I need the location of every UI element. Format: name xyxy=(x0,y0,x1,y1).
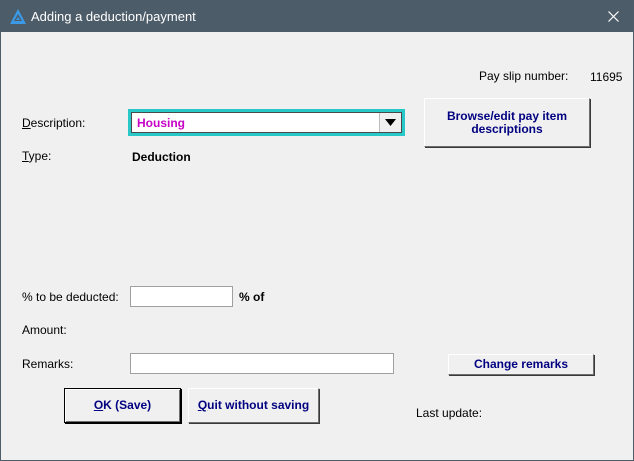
browse-edit-descriptions-button[interactable]: Browse/edit pay item descriptions xyxy=(424,98,590,147)
window-title: Adding a deduction/payment xyxy=(31,9,196,24)
close-icon xyxy=(607,11,619,22)
ok-save-label: OK (Save) xyxy=(93,398,152,412)
remarks-input[interactable] xyxy=(130,353,394,374)
remarks-label: Remarks: xyxy=(22,357,74,371)
payslip-number-value: 11695 xyxy=(590,70,623,84)
last-update-label: Last update: xyxy=(416,406,483,420)
close-button[interactable] xyxy=(593,1,633,32)
dialog-window: Adding a deduction/payment Pay slip numb… xyxy=(0,0,634,461)
description-combobox[interactable]: Housing xyxy=(128,109,405,136)
change-remarks-label: Change remarks xyxy=(473,357,569,371)
title-bar[interactable]: Adding a deduction/payment xyxy=(1,1,633,32)
type-value: Deduction xyxy=(132,150,191,164)
description-selected-value: Housing xyxy=(137,116,185,130)
description-label: Description: xyxy=(22,116,86,130)
percent-deducted-input[interactable] xyxy=(130,286,233,307)
percent-deducted-label: % to be deducted: xyxy=(22,290,119,304)
triangle-down-icon xyxy=(385,119,396,126)
amount-label: Amount: xyxy=(22,323,67,337)
quit-without-saving-button[interactable]: Quit without saving xyxy=(188,388,319,423)
quit-without-saving-label: Quit without saving xyxy=(197,398,310,412)
app-logo-icon xyxy=(10,9,26,24)
ok-save-button[interactable]: OK (Save) xyxy=(64,388,181,423)
type-label: Type: xyxy=(22,149,52,163)
percent-of-label: % of xyxy=(239,290,265,304)
browse-button-label: Browse/edit pay item descriptions xyxy=(446,108,568,136)
change-remarks-button[interactable]: Change remarks xyxy=(448,354,594,375)
payslip-number-label: Pay slip number: xyxy=(479,69,569,83)
description-combobox-field[interactable]: Housing xyxy=(131,112,402,133)
description-dropdown-button[interactable] xyxy=(379,113,401,132)
